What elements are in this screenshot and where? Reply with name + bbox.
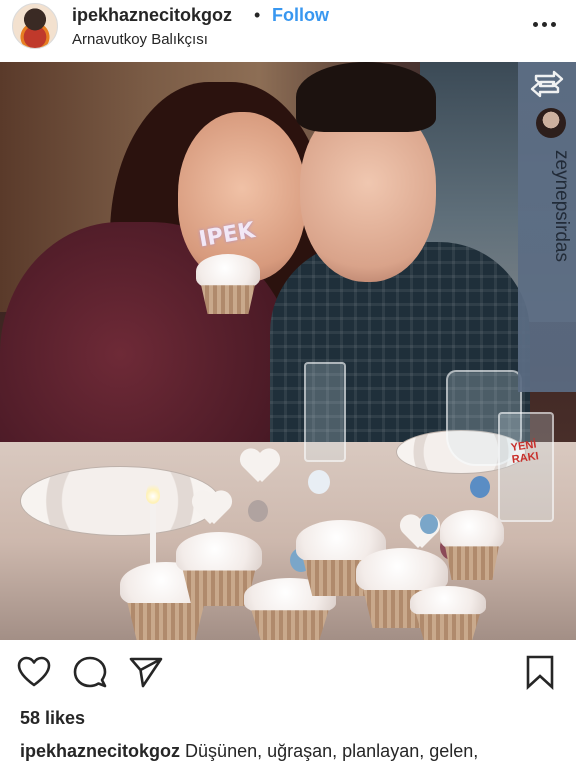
cupcake xyxy=(440,510,504,580)
raki-label: YENİ RAKI xyxy=(510,438,540,466)
repost-icon xyxy=(530,70,564,98)
action-bar xyxy=(0,640,576,704)
separator-dot: • xyxy=(254,5,261,25)
candle-flame xyxy=(146,482,160,504)
follow-button[interactable]: Follow xyxy=(272,5,329,26)
repost-avatar xyxy=(536,108,566,138)
likes-count[interactable]: 58 likes xyxy=(20,708,85,729)
repost-username: zeynepsirdas xyxy=(551,150,572,262)
balloon-decoration xyxy=(248,500,268,522)
heart-icon[interactable] xyxy=(16,654,52,690)
avatar[interactable] xyxy=(12,3,58,49)
caption-username[interactable]: ipekhaznecitokgoz xyxy=(20,741,180,761)
water-glass xyxy=(304,362,346,462)
man-hair xyxy=(296,62,436,132)
heart-topper xyxy=(192,492,232,528)
more-options-icon[interactable] xyxy=(530,12,560,36)
caption: ipekhaznecitokgoz Düşünen, uğraşan, plan… xyxy=(20,739,560,763)
balloon-decoration xyxy=(308,470,330,494)
post-location[interactable]: Arnavutkoy Balıkçısı xyxy=(72,31,208,48)
caption-text: Düşünen, uğraşan, planlayan, gelen, xyxy=(185,741,479,761)
post-username[interactable]: ipekhaznecitokgoz xyxy=(72,5,232,26)
post-header: ipekhaznecitokgoz • Follow Arnavutkoy Ba… xyxy=(0,0,576,62)
comment-icon[interactable] xyxy=(72,654,108,690)
balloon-decoration xyxy=(470,476,490,498)
heart-topper xyxy=(240,450,280,486)
balloon-decoration xyxy=(420,514,438,534)
share-icon[interactable] xyxy=(128,654,164,690)
plate-left xyxy=(20,466,220,536)
post-photo[interactable]: IPEK YENİ RAKI zeynepsirdas xyxy=(0,62,576,640)
repost-band[interactable]: zeynepsirdas xyxy=(518,62,576,392)
cupcake xyxy=(410,586,486,640)
bookmark-icon[interactable] xyxy=(522,654,558,690)
